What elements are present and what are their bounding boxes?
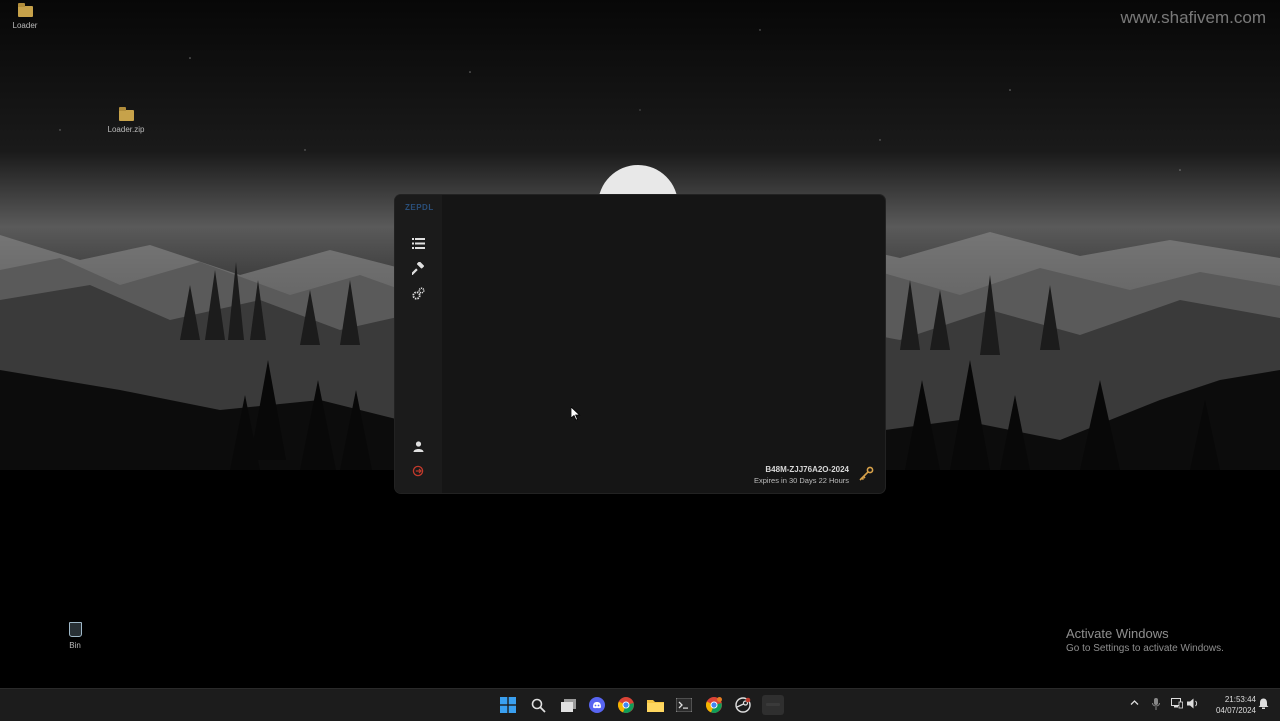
microphone-icon[interactable] (1152, 698, 1160, 710)
notification-bell-icon[interactable] (1258, 698, 1269, 709)
zip-folder-icon (118, 107, 134, 121)
clock-date: 04/07/2024 (1215, 706, 1256, 715)
desktop-icon-label: Bin (69, 641, 81, 650)
key-icon[interactable] (858, 466, 874, 482)
activate-title: Activate Windows (1066, 626, 1169, 641)
clock-time: 21:53:44 (1224, 695, 1256, 704)
desktop-icon-loader-folder[interactable]: Loader (0, 3, 53, 30)
network-icon[interactable] (1171, 698, 1183, 709)
taskbar-terminal[interactable] (674, 695, 694, 715)
logout-button[interactable] (409, 462, 427, 480)
hammer-icon (411, 261, 424, 275)
taskbar-loader-app[interactable] (762, 695, 784, 715)
taskbar: 21:53:44 04/07/2024 (0, 688, 1280, 721)
chrome-alt-icon (706, 697, 722, 713)
app-window-icon (766, 703, 780, 706)
chrome-icon (618, 697, 634, 713)
taskbar-chrome-alt[interactable] (704, 695, 724, 715)
windows-start-icon (500, 697, 516, 713)
start-button[interactable] (498, 695, 518, 715)
taskbar-chrome[interactable] (616, 695, 636, 715)
nav-profile-button[interactable] (409, 437, 427, 455)
folder-icon (17, 3, 33, 17)
task-view-icon (560, 698, 576, 712)
app-logo: ZEPDL (405, 203, 434, 212)
list-icon (411, 237, 425, 249)
mouse-cursor-icon (571, 407, 581, 421)
desktop-icon-label: Loader (12, 21, 38, 30)
desktop-icon-recycle-bin[interactable]: Bin (47, 622, 103, 650)
desktop-icon-label: Loader.zip (107, 125, 145, 134)
activate-subtitle: Go to Settings to activate Windows. (1066, 643, 1224, 654)
activate-windows-watermark: Activate Windows Go to Settings to activ… (1066, 626, 1224, 654)
nav-list-button[interactable] (409, 234, 427, 252)
license-expiry: Expires in 30 Days 22 Hours (753, 476, 849, 485)
taskbar-clock[interactable]: 21:53:44 04/07/2024 (1204, 694, 1256, 716)
gears-icon (411, 286, 425, 300)
app-sidebar: ZEPDL (395, 195, 442, 493)
taskbar-search-button[interactable] (528, 695, 548, 715)
volume-icon[interactable] (1187, 698, 1199, 709)
license-key: B48M-ZJJ76A2O-2024 (765, 465, 849, 474)
nav-tools-button[interactable] (409, 259, 427, 277)
taskbar-file-explorer[interactable] (645, 695, 665, 715)
search-icon (531, 698, 546, 713)
user-icon (413, 440, 423, 452)
recycle-bin-icon (68, 622, 82, 637)
desktop-icon-loader-zip[interactable]: Loader.zip (98, 107, 154, 134)
logout-icon (412, 465, 424, 477)
task-view-button[interactable] (558, 695, 578, 715)
taskbar-steam[interactable] (733, 695, 753, 715)
terminal-icon (676, 698, 692, 712)
loader-app-window: ZEPDL B48M-ZJJ76A2O-2024 Expires in 30 D… (395, 195, 885, 493)
site-watermark: www.shafivem.com (1120, 8, 1266, 27)
nav-settings-button[interactable] (409, 284, 427, 302)
steam-icon (735, 697, 751, 713)
discord-icon (589, 697, 605, 713)
taskbar-discord[interactable] (587, 695, 607, 715)
file-explorer-icon (646, 700, 664, 712)
license-info: B48M-ZJJ76A2O-2024 Expires in 30 Days 22… (754, 465, 849, 485)
chevron-up-icon[interactable] (1130, 698, 1139, 707)
